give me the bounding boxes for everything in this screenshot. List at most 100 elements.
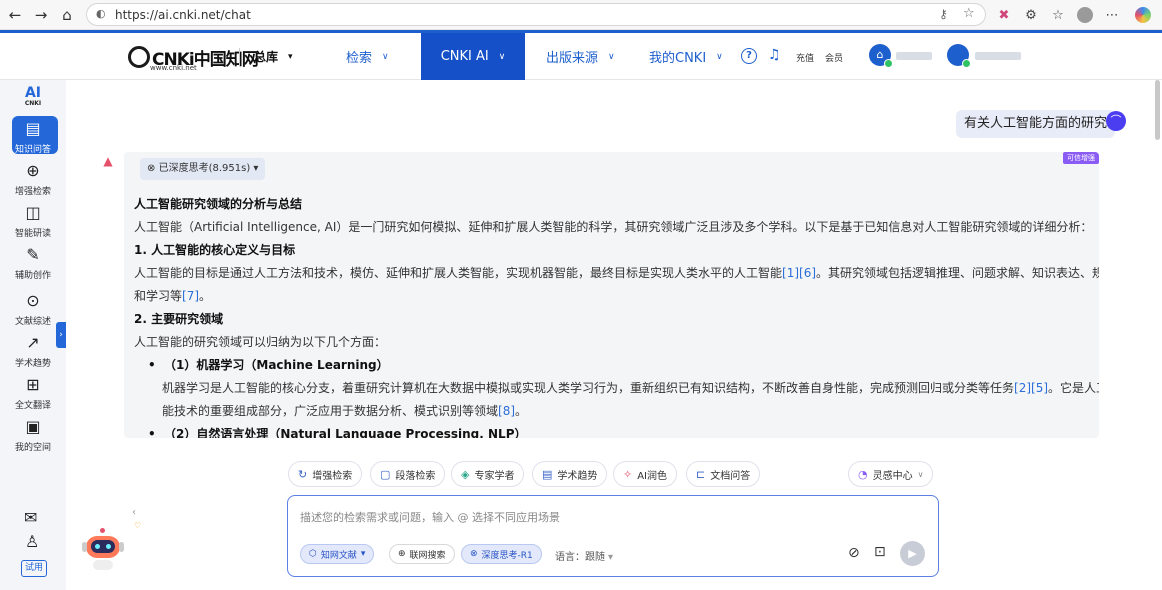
book-icon: ◫ <box>25 203 41 222</box>
sidebar-item-translate[interactable]: ⊞ 全文翻译 <box>0 376 66 416</box>
space-icon: ▣ <box>25 417 41 436</box>
pen-icon: ✎ <box>26 245 40 264</box>
tool-ai-polish[interactable]: ✧ AI润色 <box>613 461 678 487</box>
recharge-link[interactable]: 充值 <box>796 51 814 64</box>
chat-icon: ▤ <box>25 119 41 138</box>
inspiration-icon: ◔ <box>858 467 868 481</box>
more-icon[interactable]: ⋯ <box>1103 6 1121 24</box>
tool-enhanced-search[interactable]: ↻ 增强检索 <box>288 461 363 487</box>
bullet-1-title: • （1）机器学习（Machine Learning） <box>148 358 389 372</box>
tool-doc-qa[interactable]: ⊏ 文档问答 <box>686 461 761 487</box>
polish-icon: ✧ <box>623 467 633 481</box>
help-icon[interactable]: ? <box>741 48 757 64</box>
citation-link[interactable]: [8] <box>498 404 515 418</box>
answer-intro: 人工智能（Artificial Intelligence, AI）是一门研究如何… <box>134 220 1093 234</box>
user-name-redacted <box>975 52 1021 60</box>
search-plus-icon: ⊕ <box>26 161 40 180</box>
library-selector[interactable]: 总库 ▾ <box>254 33 293 80</box>
browser-toolbar: ← → ⌂ ◐ https://ai.cnki.net/chat ⚷ ☆ ✖ ⚙… <box>0 0 1162 30</box>
citation-link[interactable]: [7] <box>182 289 199 303</box>
attach-icon[interactable]: ⊘ <box>848 545 860 561</box>
chevron-down-icon: ∨ <box>917 469 924 479</box>
bell-icon[interactable]: ♫ <box>768 47 781 63</box>
chevron-down-icon: ∨ <box>716 51 723 62</box>
sidebar-item-qa[interactable]: ▤ 知识问答 <box>0 120 66 160</box>
tool-experts[interactable]: ◈ 专家学者 <box>451 461 525 487</box>
image-upload-icon[interactable]: ⊡ <box>874 544 886 560</box>
chevron-down-icon: ∨ <box>608 51 615 62</box>
user-avatar-icon: ⌒ <box>1106 111 1126 131</box>
forward-icon[interactable]: → <box>32 6 50 24</box>
scrollbar[interactable] <box>1155 80 1160 140</box>
cube-icon: ⬡ <box>309 549 317 559</box>
nav-search[interactable]: 检索 ∨ <box>346 33 389 80</box>
language-selector[interactable]: 语言：跟随 ▾ <box>555 548 613 563</box>
deep-think-r1-toggle[interactable]: ⊗ 深度思考-R1 <box>461 544 542 564</box>
collapse-left-icon[interactable]: ‹ <box>132 507 142 521</box>
expert-icon: ◈ <box>461 467 470 481</box>
star-icon[interactable]: ☆ <box>963 6 975 21</box>
left-sidebar: AI CNKI ▤ 知识问答 ⊕ 增强检索 ◫ 智能研读 ✎ 辅助创作 ⊙ 文献… <box>0 80 66 590</box>
trend-icon: ↗ <box>26 333 40 352</box>
robot-mascot[interactable] <box>82 528 124 572</box>
top-navigation: CNKi中国知网 www.cnki.net 总库 ▾ 检索 ∨ CNKI AI ∨ 出… <box>0 33 1162 80</box>
target-icon: ⊙ <box>26 291 40 310</box>
sidebar-item-writing[interactable]: ✎ 辅助创作 <box>0 246 66 286</box>
institution-name-redacted <box>896 52 932 60</box>
trial-button[interactable]: 试用 <box>21 560 47 577</box>
caret-down-icon: ▾ <box>288 51 293 62</box>
citation-link[interactable]: [1][6] <box>782 266 816 280</box>
globe-icon: ⊕ <box>398 549 406 559</box>
ai-logo: AI CNKI <box>24 85 42 107</box>
key-icon[interactable]: ⚷ <box>939 7 948 21</box>
section-1-paragraph: 人工智能的目标是通过人工方法和技术，模仿、延伸和扩展人类智能，实现机器智能，最终… <box>134 266 1099 280</box>
trend-icon: ▤ <box>542 467 553 481</box>
copilot-icon[interactable] <box>1134 6 1152 24</box>
user-icon[interactable]: ♙ <box>25 532 39 551</box>
section-2-intro: 人工智能的研究领域可以归纳为以下几个方面： <box>134 335 387 349</box>
bullet-1-line-2: 能技术的重要组成部分，广泛应用于数据分析、模式识别等领域[8]。 <box>162 404 528 418</box>
nav-publish[interactable]: 出版来源 ∨ <box>546 33 615 80</box>
extension-icon[interactable]: ✖ <box>995 6 1013 24</box>
sidebar-item-space[interactable]: ▣ 我的空间 <box>0 418 66 458</box>
citation-link[interactable]: [2][5] <box>1014 381 1048 395</box>
tool-paragraph-search[interactable]: ▢ 段落检索 <box>370 461 446 487</box>
profile-icon[interactable] <box>1076 6 1094 24</box>
sidebar-item-smart-read[interactable]: ◫ 智能研读 <box>0 204 66 244</box>
source-selector[interactable]: ⬡ 知网文献 ▾ <box>300 544 375 564</box>
section-1-paragraph-cont: 和学习等[7]。 <box>134 289 212 303</box>
home-icon[interactable]: ⌂ <box>58 6 76 24</box>
sidebar-item-trends[interactable]: ↗ 学术趋势 <box>0 334 66 374</box>
sidebar-item-enhanced-search[interactable]: ⊕ 增强检索 <box>0 162 66 202</box>
chat-input[interactable]: 描述您的检索需求或问题，输入 @ 选择不同应用场景 <box>300 509 560 525</box>
caret-down-icon: ▾ <box>608 552 614 563</box>
online-dot <box>962 59 971 68</box>
bullet-1-line-1: 机器学习是人工智能的核心分支，着重研究计算机在大数据中模拟或实现人类学习行为，重… <box>162 381 1099 395</box>
atom-icon: ⊗ <box>470 549 478 559</box>
nav-my-cnki[interactable]: 我的CNKI ∨ <box>649 33 723 80</box>
back-icon[interactable]: ← <box>6 6 24 24</box>
main-content: 有关人工智能方面的研究 ⌒ ▲ ⊗ 已深度思考(8.951s) ▾ 可信增强 人… <box>66 80 1162 590</box>
nav-cnki-ai[interactable]: CNKI AI ∨ <box>421 33 525 80</box>
chevron-down-icon: ∨ <box>382 51 389 62</box>
deep-think-toggle[interactable]: ⊗ 已深度思考(8.951s) ▾ <box>140 158 266 180</box>
divider <box>239 48 240 66</box>
search-icon: ↻ <box>298 467 308 481</box>
favorites-icon[interactable]: ☆ <box>1049 6 1067 24</box>
send-button[interactable]: ▶ <box>900 541 925 566</box>
tool-trends[interactable]: ▤ 学术趋势 <box>532 461 608 487</box>
bulb-icon: ♡ <box>134 521 142 530</box>
web-search-toggle[interactable]: ⊕ 联网搜索 <box>389 544 455 564</box>
inspiration-center[interactable]: ◔ 灵感中心 ∨ <box>848 461 934 487</box>
chat-input-box[interactable]: 描述您的检索需求或问题，输入 @ 选择不同应用场景 ⬡ 知网文献 ▾ ⊕ 联网搜索 ⊗… <box>287 495 939 577</box>
section-1-title: 1. 人工智能的核心定义与目标 <box>134 243 296 257</box>
trust-badge: 可信增强 <box>1063 152 1099 164</box>
member-link[interactable]: 会员 <box>825 51 843 64</box>
notes-icon[interactable]: ✉ <box>24 508 37 527</box>
extensions-icon[interactable]: ⚙ <box>1022 6 1040 24</box>
ai-assistant-icon: ▲ <box>103 154 113 168</box>
ai-answer-card: ⊗ 已深度思考(8.951s) ▾ 可信增强 人工智能研究领域的分析与总结 人工… <box>124 152 1099 438</box>
lock-icon: ◐ <box>96 7 106 20</box>
address-bar[interactable]: ◐ https://ai.cnki.net/chat ⚷ ☆ <box>86 3 986 26</box>
translate-icon: ⊞ <box>26 375 40 394</box>
